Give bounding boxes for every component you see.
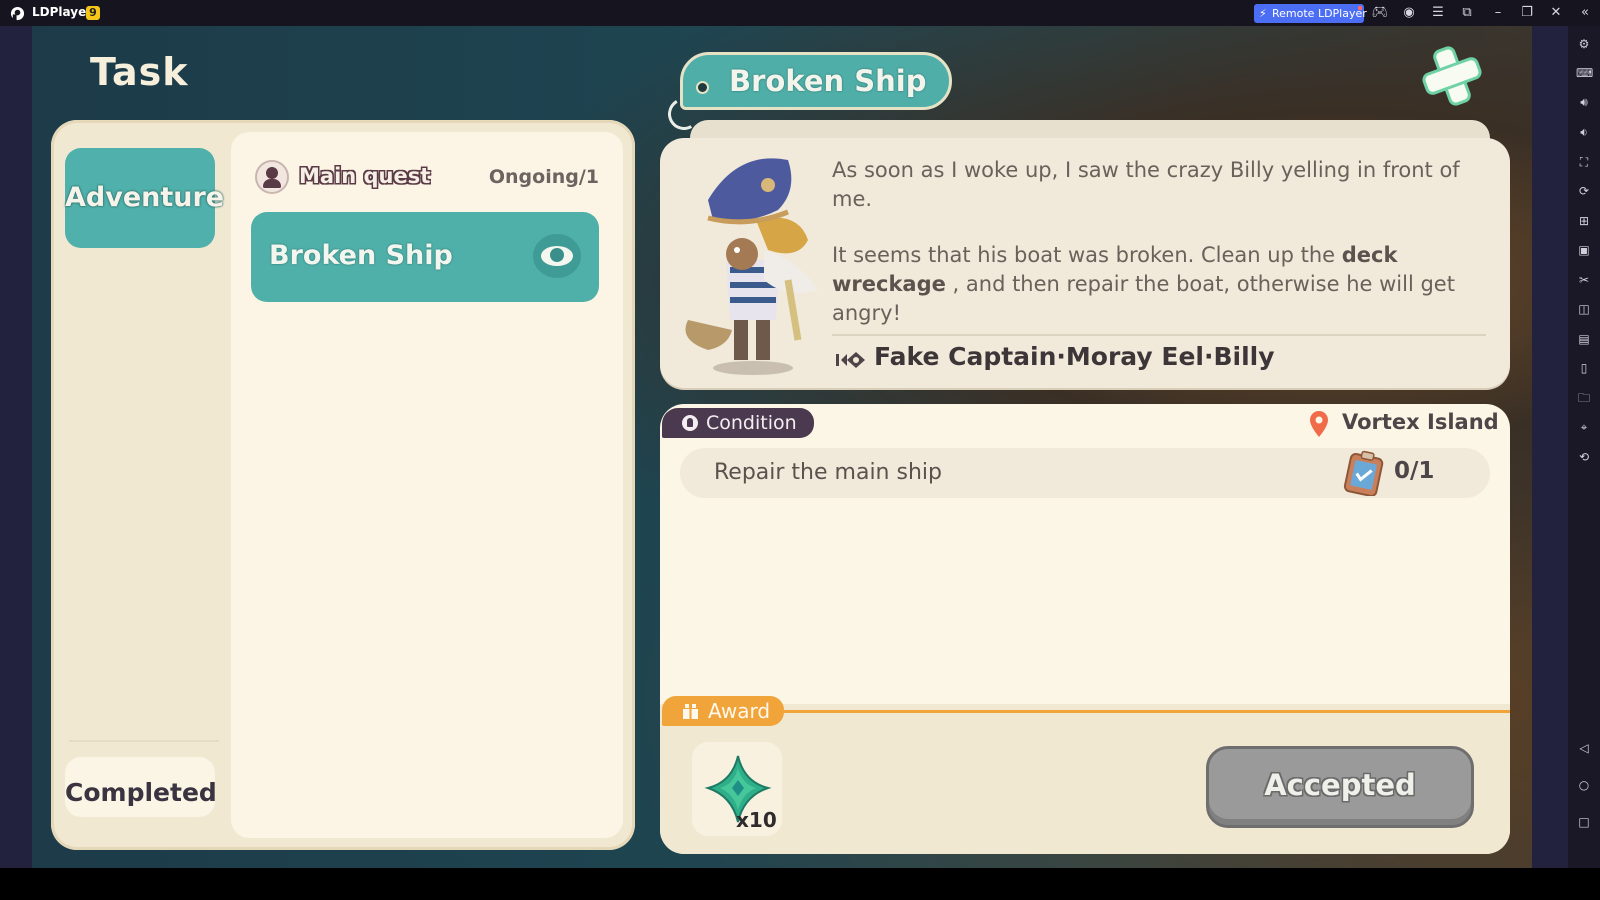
version-badge: 9 bbox=[86, 6, 100, 20]
quest-item-broken-ship[interactable]: Broken Ship bbox=[251, 212, 599, 302]
quest-item-label: Broken Ship bbox=[269, 240, 453, 271]
close-icon[interactable]: ✕ bbox=[1546, 4, 1566, 22]
location-label[interactable]: Vortex Island bbox=[1342, 410, 1499, 434]
record-icon[interactable]: ▣ bbox=[1576, 242, 1592, 258]
back-icon[interactable]: ◁ bbox=[1576, 740, 1592, 756]
condition-tag: Condition bbox=[662, 408, 814, 438]
close-x-icon[interactable] bbox=[1420, 44, 1484, 108]
eye-pupil bbox=[550, 248, 564, 262]
award-item[interactable]: x10 bbox=[692, 742, 782, 836]
location-pin-icon bbox=[1310, 411, 1328, 437]
collapse-sidebar-icon[interactable]: « bbox=[1575, 4, 1595, 22]
multi-instance-icon[interactable]: ◫ bbox=[1576, 301, 1592, 317]
quest-title-tab: Broken Ship bbox=[680, 52, 952, 110]
restore-icon[interactable]: ❐ bbox=[1517, 4, 1537, 22]
category-divider bbox=[69, 740, 219, 742]
quest-title: Broken Ship bbox=[729, 64, 927, 98]
accepted-button[interactable]: Accepted bbox=[1206, 746, 1474, 828]
lightning-icon: ⚡ bbox=[1259, 7, 1267, 20]
app-name: LDPlayer bbox=[32, 5, 93, 19]
eye-icon[interactable] bbox=[533, 234, 581, 278]
main-quest-person-icon bbox=[255, 160, 289, 194]
letterbox-left bbox=[0, 26, 32, 868]
npc-portrait-billy bbox=[685, 158, 818, 375]
speaker-fish-icon bbox=[836, 352, 865, 368]
award-divider-line bbox=[770, 710, 1510, 713]
npc-name: Fake Captain·Moray Eel·Billy bbox=[874, 342, 1275, 371]
script-icon[interactable]: ▤ bbox=[1576, 331, 1592, 347]
condition-item-label: Repair the main ship bbox=[714, 460, 942, 485]
location-icon[interactable]: ⌖ bbox=[1576, 419, 1592, 435]
screen-title: Task bbox=[90, 50, 189, 94]
game-screen: Task Adventure Completed Main quest Ongo… bbox=[0, 26, 1568, 868]
condition-icon bbox=[682, 415, 698, 431]
condition-tag-label: Condition bbox=[706, 412, 797, 434]
remote-ldplayer-label: Remote LDPlayer bbox=[1272, 7, 1367, 20]
recent-apps-icon[interactable]: □ bbox=[1576, 814, 1592, 830]
gift-icon bbox=[683, 704, 698, 719]
ldplayer-logo-icon bbox=[10, 6, 25, 21]
minimize-icon[interactable]: – bbox=[1488, 4, 1508, 22]
quest-group-label: Main quest bbox=[299, 164, 431, 188]
award-quantity: x10 bbox=[736, 808, 777, 832]
category-tab-adventure[interactable]: Adventure bbox=[65, 148, 224, 248]
award-tag-label: Award bbox=[708, 699, 771, 723]
notification-dot bbox=[1358, 6, 1362, 10]
story-divider bbox=[832, 334, 1486, 336]
category-column: Adventure Completed bbox=[63, 132, 229, 832]
tag-hole-dot bbox=[696, 81, 709, 94]
bottom-bar bbox=[0, 868, 1600, 900]
screenshot-window-icon[interactable]: ⧉ bbox=[1457, 4, 1477, 22]
emulator-titlebar: LDPlayer 9 ⚡ Remote LDPlayer 🎮︎ ◉ ☰ ⧉ – … bbox=[0, 0, 1600, 26]
story-text-before: It seems that his boat was broken. Clean… bbox=[832, 243, 1342, 267]
fullscreen-icon[interactable]: ⛶ bbox=[1576, 154, 1592, 170]
shake-icon[interactable]: ▯ bbox=[1576, 360, 1592, 376]
story-paragraph-2: It seems that his boat was broken. Clean… bbox=[832, 241, 1492, 328]
quest-list: Main quest Ongoing/1 Broken Ship bbox=[231, 132, 623, 838]
volume-up-icon[interactable]: 🔊︎ bbox=[1576, 94, 1592, 110]
clipboard-check-icon bbox=[1343, 450, 1384, 496]
remote-ldplayer-button[interactable]: ⚡ Remote LDPlayer bbox=[1254, 4, 1367, 23]
quest-group-count: Ongoing/1 bbox=[488, 166, 599, 188]
home-icon[interactable]: ○ bbox=[1576, 777, 1592, 793]
story-card: As soon as I woke up, I saw the crazy Bi… bbox=[660, 138, 1510, 388]
gamepad-icon[interactable]: 🎮︎ bbox=[1370, 4, 1390, 22]
condition-card: Condition Vortex Island Repair the main … bbox=[660, 404, 1510, 854]
account-icon[interactable]: ◉ bbox=[1399, 4, 1419, 22]
award-section: Award x10 Accepted bbox=[660, 696, 1510, 854]
condition-item: Repair the main ship 0/1 bbox=[680, 448, 1490, 498]
rotate-icon[interactable]: ⟲ bbox=[1576, 449, 1592, 465]
emulator-sidebar: ⚙ ⌨ 🔊︎ 🔉︎ ⛶ ⟳ ⊞ ▣ ✂ ◫ ▤ ▯ 🗀 ⌖ ⟲ ◁ ○ □ bbox=[1568, 26, 1600, 868]
add-apk-icon[interactable]: ⊞ bbox=[1576, 213, 1592, 229]
story-paragraph-1: As soon as I woke up, I saw the crazy Bi… bbox=[832, 158, 1460, 211]
folder-icon[interactable]: 🗀 bbox=[1576, 390, 1592, 406]
task-list-panel: Adventure Completed Main quest Ongoing/1… bbox=[51, 120, 635, 850]
award-tag: Award bbox=[662, 696, 784, 726]
letterbox-right bbox=[1532, 26, 1568, 868]
settings-icon[interactable]: ⚙ bbox=[1576, 36, 1592, 52]
sync-icon[interactable]: ⟳ bbox=[1576, 183, 1592, 199]
keyboard-mapping-icon[interactable]: ⌨ bbox=[1576, 65, 1593, 81]
story-text: As soon as I woke up, I saw the crazy Bi… bbox=[832, 156, 1492, 355]
category-tab-completed[interactable]: Completed bbox=[65, 757, 215, 817]
scissors-icon[interactable]: ✂ bbox=[1576, 272, 1592, 288]
condition-progress: 0/1 bbox=[1394, 458, 1435, 484]
volume-down-icon[interactable]: 🔉︎ bbox=[1576, 124, 1592, 140]
menu-icon[interactable]: ☰ bbox=[1428, 4, 1448, 22]
